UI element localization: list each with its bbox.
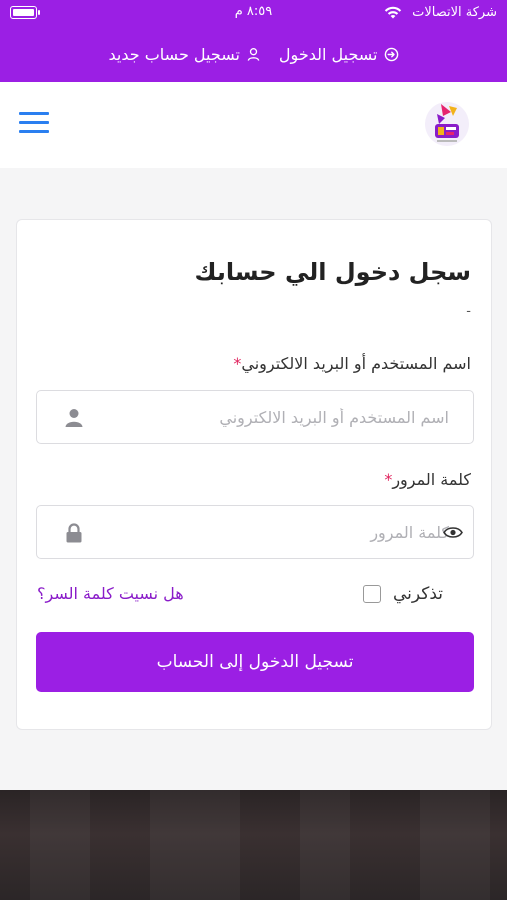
password-label: كلمة المرور* — [384, 470, 471, 489]
register-link[interactable]: تسجيل حساب جديد — [109, 45, 261, 64]
register-link-label: تسجيل حساب جديد — [108, 44, 240, 64]
remember-checkbox[interactable] — [362, 585, 381, 603]
password-field[interactable] — [36, 505, 474, 559]
eye-icon[interactable] — [443, 526, 463, 539]
login-link-label: تسجيل الدخول — [278, 44, 378, 64]
status-time: ٨:٥٩ م — [234, 4, 273, 19]
status-bar: ٨:٥٩ م شركة الاتصالات — [0, 0, 507, 28]
login-link[interactable]: تسجيل الدخول — [279, 45, 399, 64]
login-button[interactable]: تسجيل الدخول إلى الحساب — [36, 632, 474, 692]
page-subtitle: - — [466, 304, 471, 319]
user-icon — [247, 47, 260, 61]
battery-icon — [10, 6, 40, 19]
status-carrier: شركة الاتصالات — [412, 5, 497, 20]
user-icon — [65, 409, 83, 427]
username-label-text: اسم المستخدم أو البريد الالكتروني — [241, 354, 471, 373]
remember-label: تذكرني — [392, 584, 443, 604]
remember-me[interactable]: تذكرني — [362, 584, 443, 604]
login-card: سجل دخول الي حسابك - اسم المستخدم أو الب… — [16, 219, 492, 730]
wifi-icon — [384, 6, 402, 19]
top-bar: ٨:٥٩ م شركة الاتصالات تسجيل الدخول تسجيل… — [0, 0, 507, 82]
password-input[interactable] — [93, 506, 449, 558]
page-title: سجل دخول الي حسابك — [194, 258, 471, 286]
header — [0, 82, 507, 168]
username-label: اسم المستخدم أو البريد الالكتروني* — [233, 354, 471, 373]
lock-icon — [66, 523, 82, 543]
username-input[interactable] — [93, 391, 449, 443]
footer-image — [0, 790, 507, 900]
auth-links: تسجيل الدخول تسجيل حساب جديد — [0, 40, 507, 68]
password-label-text: كلمة المرور — [392, 470, 471, 489]
username-field[interactable] — [36, 390, 474, 444]
forgot-password-link[interactable]: هل نسيت كلمة السر؟ — [37, 584, 184, 603]
brand-logo[interactable] — [423, 94, 471, 154]
hamburger-menu-icon[interactable] — [19, 112, 49, 136]
login-arrow-icon — [384, 47, 398, 61]
